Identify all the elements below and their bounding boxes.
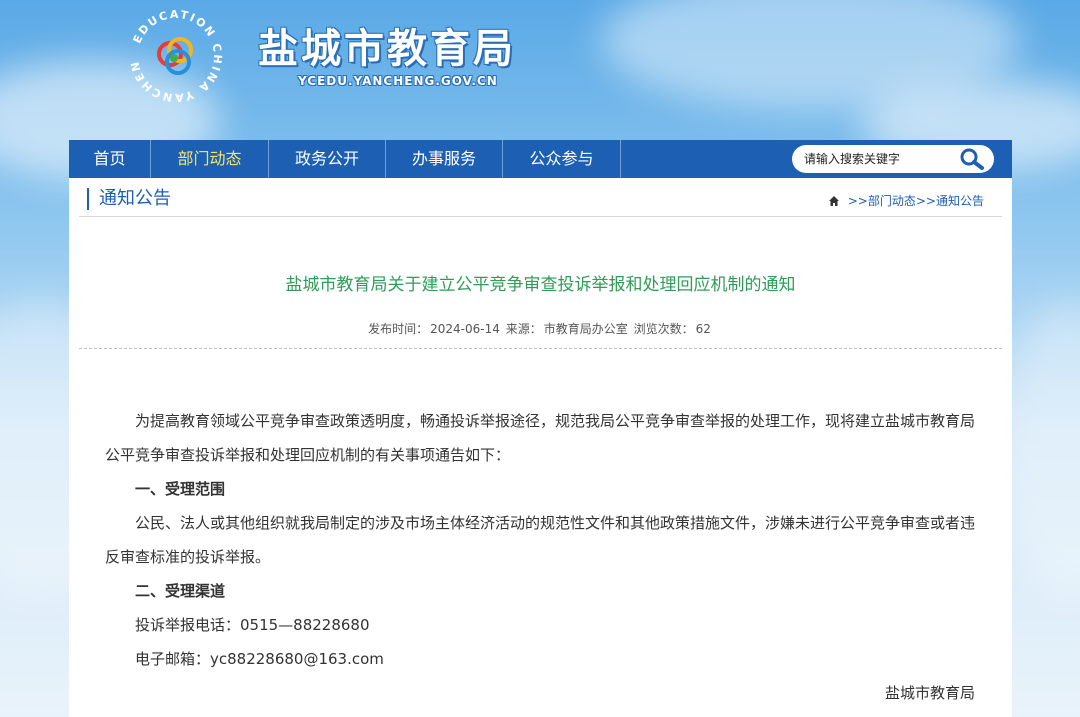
- article-meta: 发布时间： 2024-06-14 来源： 市教育局办公室 浏览次数： 62: [69, 320, 1012, 337]
- contact-phone: 投诉举报电话：0515—88228680: [135, 616, 370, 634]
- breadcrumb-separator: >>: [915, 193, 936, 208]
- article-body: 为提高教育领域公平竞争审查政策透明度，畅通投诉举报途径，规范我局公平竞争审查举报…: [105, 404, 975, 710]
- site-logo[interactable]: EDUCATION CHINA YANCHENG: [128, 8, 224, 104]
- meta-source: 市教育局办公室: [543, 322, 628, 336]
- meta-source-label: 来源：: [505, 322, 542, 336]
- meta-views-label: 浏览次数：: [633, 322, 694, 336]
- nav-item-home[interactable]: 首页: [69, 140, 151, 178]
- article-title: 盐城市教育局关于建立公平竞争审查投诉举报和处理回应机制的通知: [285, 275, 796, 295]
- meta-date-label: 发布时间：: [368, 322, 429, 336]
- breadcrumb-dept-news[interactable]: 部门动态: [868, 192, 916, 209]
- home-icon[interactable]: [828, 195, 840, 207]
- search-icon[interactable]: [958, 147, 986, 171]
- breadcrumb-separator: >>: [847, 193, 868, 208]
- nav-item-gov-affairs[interactable]: 政务公开: [269, 140, 386, 178]
- meta-date: 2024-06-14: [430, 322, 500, 336]
- paragraph: 公民、法人或其他组织就我局制定的涉及市场主体经济活动的规范性文件和其他政策措施文…: [105, 514, 976, 566]
- section-title: 通知公告: [87, 188, 171, 210]
- section-header: 通知公告 >> 部门动态 >> 通知公告: [79, 178, 1002, 217]
- meta-views: 62: [695, 322, 711, 336]
- signature: 盐城市教育局: [884, 684, 975, 702]
- site-domain: YCEDU.YANCHENG.GOV.CN: [298, 74, 498, 88]
- section-heading: 一、受理范围: [135, 480, 226, 498]
- search-input[interactable]: [802, 151, 956, 167]
- search-box: [792, 145, 994, 173]
- breadcrumb-notices[interactable]: 通知公告: [936, 192, 984, 209]
- site-title[interactable]: 盐城市教育局: [258, 16, 516, 74]
- breadcrumb: >> 部门动态 >> 通知公告: [828, 192, 984, 209]
- nav-item-public-participation[interactable]: 公众参与: [503, 140, 621, 178]
- paragraph: 为提高教育领域公平竞争审查政策透明度，畅通投诉举报途径，规范我局公平竞争审查举报…: [105, 412, 976, 464]
- nav-item-services[interactable]: 办事服务: [386, 140, 503, 178]
- contact-email: 电子邮箱：yc88228680@163.com: [135, 650, 384, 668]
- section-heading: 二、受理渠道: [135, 582, 226, 600]
- main-nav: 首页 部门动态 政务公开 办事服务 公众参与: [69, 140, 1012, 178]
- divider: [79, 348, 1002, 349]
- nav-item-dept-news[interactable]: 部门动态: [151, 140, 269, 178]
- content-panel: 通知公告 >> 部门动态 >> 通知公告 盐城市教育局关于建立公平竞争审查投诉举…: [69, 178, 1012, 717]
